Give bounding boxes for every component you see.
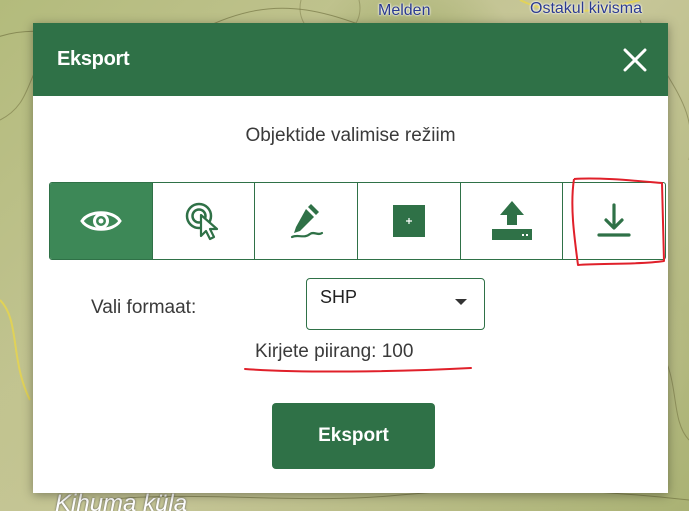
record-limit: Kirjete piirang: 100 bbox=[255, 341, 414, 362]
format-select-value: SHP bbox=[320, 287, 358, 307]
annotation-underline bbox=[244, 367, 472, 373]
mode-point-select-button[interactable] bbox=[153, 183, 256, 259]
format-row: Vali formaat: SHP bbox=[33, 278, 668, 334]
caret-down-icon bbox=[455, 299, 467, 305]
mode-title: Objektide valimise režiim bbox=[245, 125, 456, 146]
dialog-title: Eksport bbox=[57, 48, 130, 70]
format-label: Vali formaat: bbox=[91, 297, 197, 318]
map-label: Ostakul kivisma bbox=[530, 0, 643, 17]
eye-icon bbox=[80, 211, 122, 231]
pencil-icon bbox=[291, 204, 324, 239]
add-square-icon bbox=[392, 205, 425, 237]
pointer-select-icon bbox=[185, 202, 218, 241]
mode-upload-button[interactable] bbox=[461, 183, 564, 259]
format-select[interactable]: SHP bbox=[306, 278, 485, 330]
upload-icon bbox=[491, 201, 532, 240]
export-dialog: Eksport Objektide valimise režiim Vali f… bbox=[33, 23, 668, 493]
annotation-box bbox=[571, 177, 665, 266]
mode-add-area-button[interactable] bbox=[358, 183, 461, 259]
dialog-header: Eksport bbox=[33, 23, 668, 96]
map-label: Melden bbox=[378, 2, 431, 19]
close-button[interactable] bbox=[620, 45, 650, 75]
close-icon bbox=[623, 48, 647, 71]
map-label: Kihuma küla bbox=[55, 490, 188, 511]
mode-draw-button[interactable] bbox=[255, 183, 359, 259]
export-button[interactable]: Eksport bbox=[272, 403, 435, 469]
mode-view-button[interactable] bbox=[50, 183, 153, 259]
